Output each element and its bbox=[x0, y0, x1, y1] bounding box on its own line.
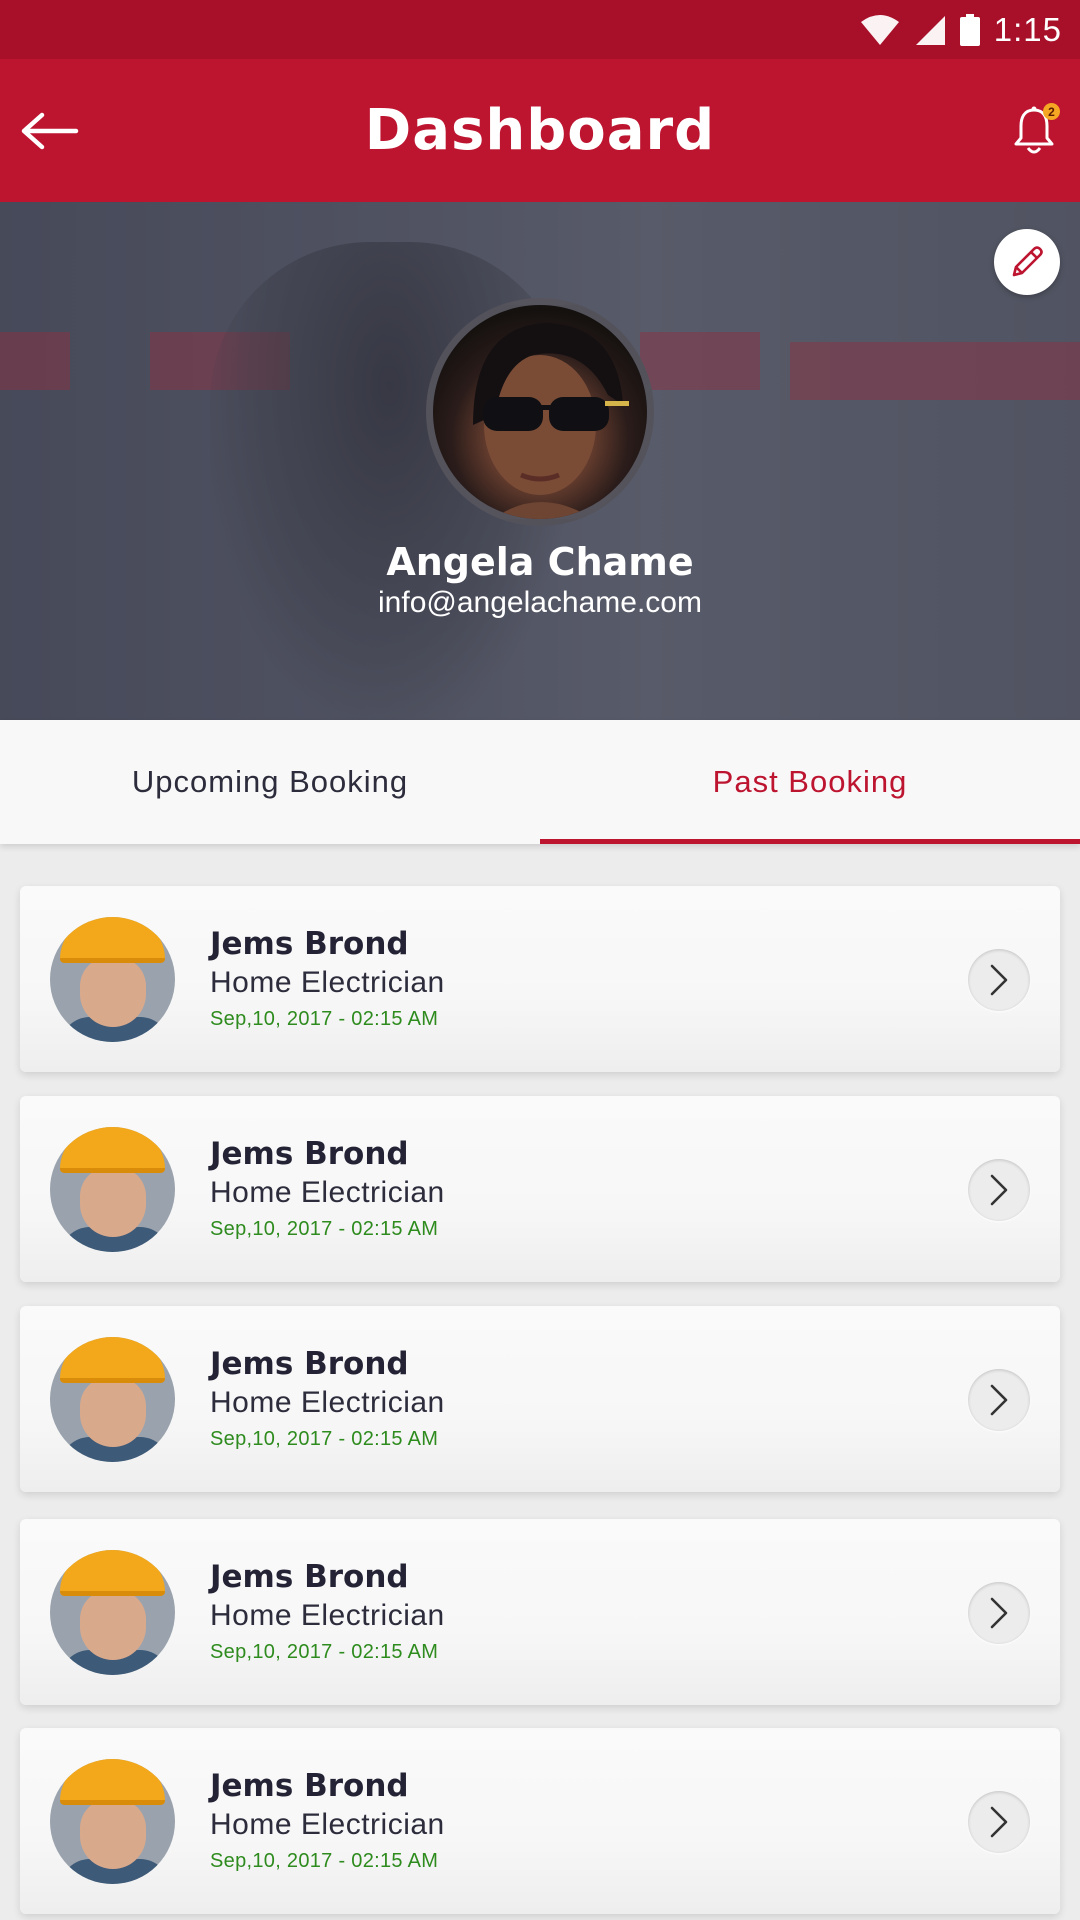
booking-datetime: Sep,10, 2017 - 02:15 AM bbox=[210, 1008, 439, 1030]
worker-name: Jems Brond bbox=[210, 1136, 409, 1172]
booking-detail-button[interactable] bbox=[968, 1791, 1030, 1853]
profile-banner: Angela Chame info@angelachame.com bbox=[0, 202, 1080, 720]
signal-icon bbox=[915, 15, 945, 45]
pencil-icon bbox=[1012, 246, 1043, 277]
profile-photo bbox=[473, 323, 629, 519]
worker-role: Home Electrician bbox=[210, 1808, 445, 1841]
tab-past-booking[interactable]: Past Booking bbox=[540, 720, 1080, 844]
booking-card[interactable]: Jems Brond Home Electrician Sep,10, 2017… bbox=[20, 1306, 1060, 1492]
booking-datetime: Sep,10, 2017 - 02:15 AM bbox=[210, 1428, 439, 1450]
worker-role: Home Electrician bbox=[210, 966, 445, 999]
worker-name: Jems Brond bbox=[210, 1346, 409, 1382]
chevron-right-icon bbox=[990, 964, 1008, 996]
booking-detail-button[interactable] bbox=[968, 949, 1030, 1011]
chevron-right-icon bbox=[990, 1597, 1008, 1629]
booking-card[interactable]: Jems Brond Home Electrician Sep,10, 2017… bbox=[20, 1519, 1060, 1705]
status-bar: 1:15 bbox=[0, 0, 1080, 59]
worker-name: Jems Brond bbox=[210, 1559, 409, 1595]
booking-tabs: Upcoming Booking Past Booking bbox=[0, 720, 1080, 844]
chevron-right-icon bbox=[990, 1384, 1008, 1416]
worker-role: Home Electrician bbox=[210, 1386, 445, 1419]
chevron-right-icon bbox=[990, 1806, 1008, 1838]
booking-detail-button[interactable] bbox=[968, 1582, 1030, 1644]
worker-name: Jems Brond bbox=[210, 1768, 409, 1804]
profile-name: Angela Chame bbox=[386, 540, 694, 584]
worker-avatar bbox=[50, 1550, 175, 1675]
booking-list: Jems Brond Home Electrician Sep,10, 2017… bbox=[0, 844, 1080, 1920]
wifi-icon bbox=[860, 14, 899, 45]
edit-profile-button[interactable] bbox=[994, 229, 1060, 295]
page-title: Dashboard bbox=[364, 98, 716, 163]
worker-role: Home Electrician bbox=[210, 1176, 445, 1209]
booking-card[interactable]: Jems Brond Home Electrician Sep,10, 2017… bbox=[20, 1096, 1060, 1282]
notification-badge: 2 bbox=[1043, 103, 1060, 120]
status-time: 1:15 bbox=[993, 10, 1062, 48]
booking-card[interactable]: Jems Brond Home Electrician Sep,10, 2017… bbox=[20, 1728, 1060, 1914]
tab-upcoming-booking[interactable]: Upcoming Booking bbox=[0, 720, 540, 844]
worker-avatar bbox=[50, 1127, 175, 1252]
chevron-right-icon bbox=[990, 1174, 1008, 1206]
profile-email: info@angelachame.com bbox=[378, 586, 702, 619]
booking-datetime: Sep,10, 2017 - 02:15 AM bbox=[210, 1218, 439, 1240]
worker-name: Jems Brond bbox=[210, 926, 409, 962]
booking-detail-button[interactable] bbox=[968, 1369, 1030, 1431]
booking-datetime: Sep,10, 2017 - 02:15 AM bbox=[210, 1641, 439, 1663]
booking-datetime: Sep,10, 2017 - 02:15 AM bbox=[210, 1850, 439, 1872]
worker-avatar bbox=[50, 917, 175, 1042]
worker-avatar bbox=[50, 1337, 175, 1462]
booking-card[interactable]: Jems Brond Home Electrician Sep,10, 2017… bbox=[20, 886, 1060, 1072]
status-icons: 1:15 bbox=[860, 0, 1062, 59]
profile-avatar bbox=[426, 298, 654, 526]
notifications-button[interactable]: 2 bbox=[1002, 97, 1066, 165]
app-bar: Dashboard 2 bbox=[0, 59, 1080, 202]
worker-avatar bbox=[50, 1759, 175, 1884]
worker-role: Home Electrician bbox=[210, 1599, 445, 1632]
booking-detail-button[interactable] bbox=[968, 1159, 1030, 1221]
battery-icon bbox=[959, 13, 980, 46]
